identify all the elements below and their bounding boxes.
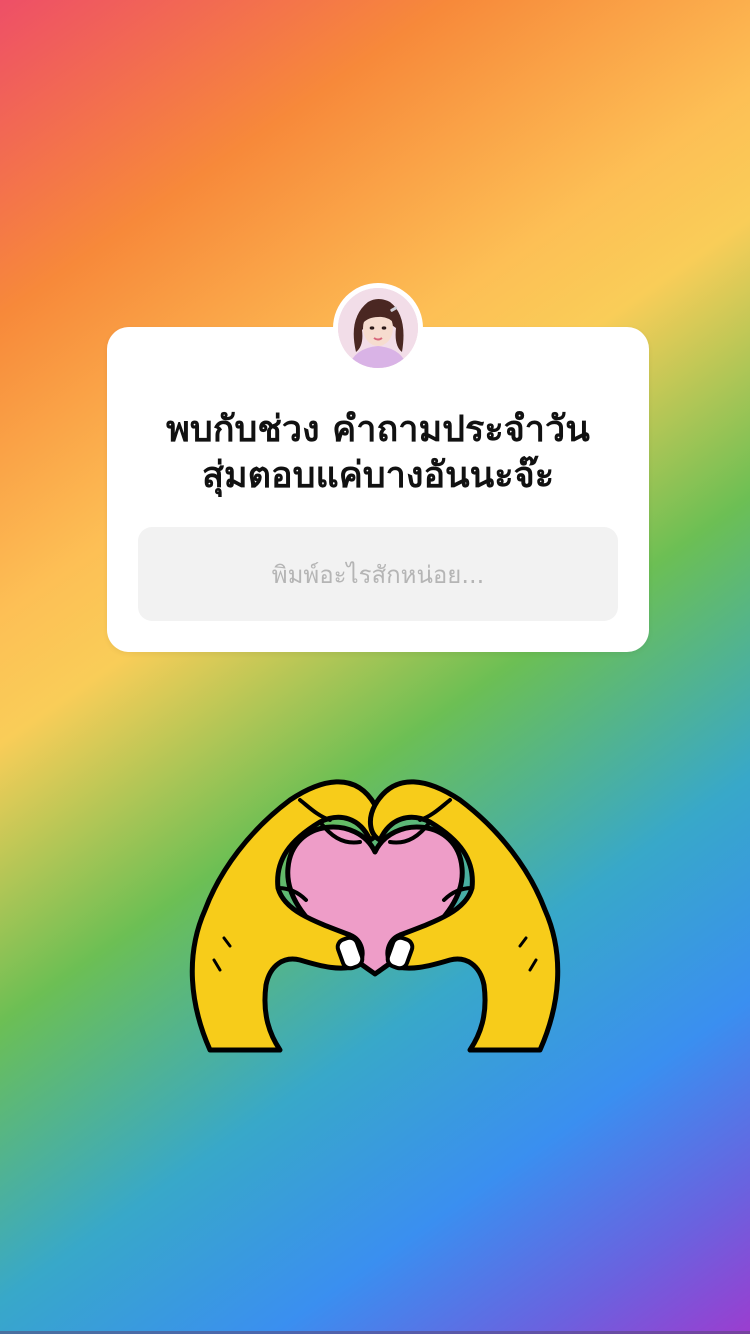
avatar-ring xyxy=(333,283,423,373)
question-card: พบกับช่วง คำถามประจำวัน สุ่มตอบแค่บางอัน… xyxy=(107,327,649,652)
avatar xyxy=(338,288,418,368)
question-line-2: สุ่มตอบแค่บางอันนะจ๊ะ xyxy=(201,455,555,496)
question-line-1: พบกับช่วง คำถามประจำวัน xyxy=(166,409,590,450)
answer-placeholder: พิมพ์อะไรสักหน่อย... xyxy=(271,560,485,589)
answer-input[interactable]: พิมพ์อะไรสักหน่อย... xyxy=(138,527,618,621)
avatar-image xyxy=(338,288,418,368)
question-text: พบกับช่วง คำถามประจำวัน สุ่มตอบแค่บางอัน… xyxy=(107,407,649,499)
heart-hands-icon xyxy=(180,760,570,1060)
